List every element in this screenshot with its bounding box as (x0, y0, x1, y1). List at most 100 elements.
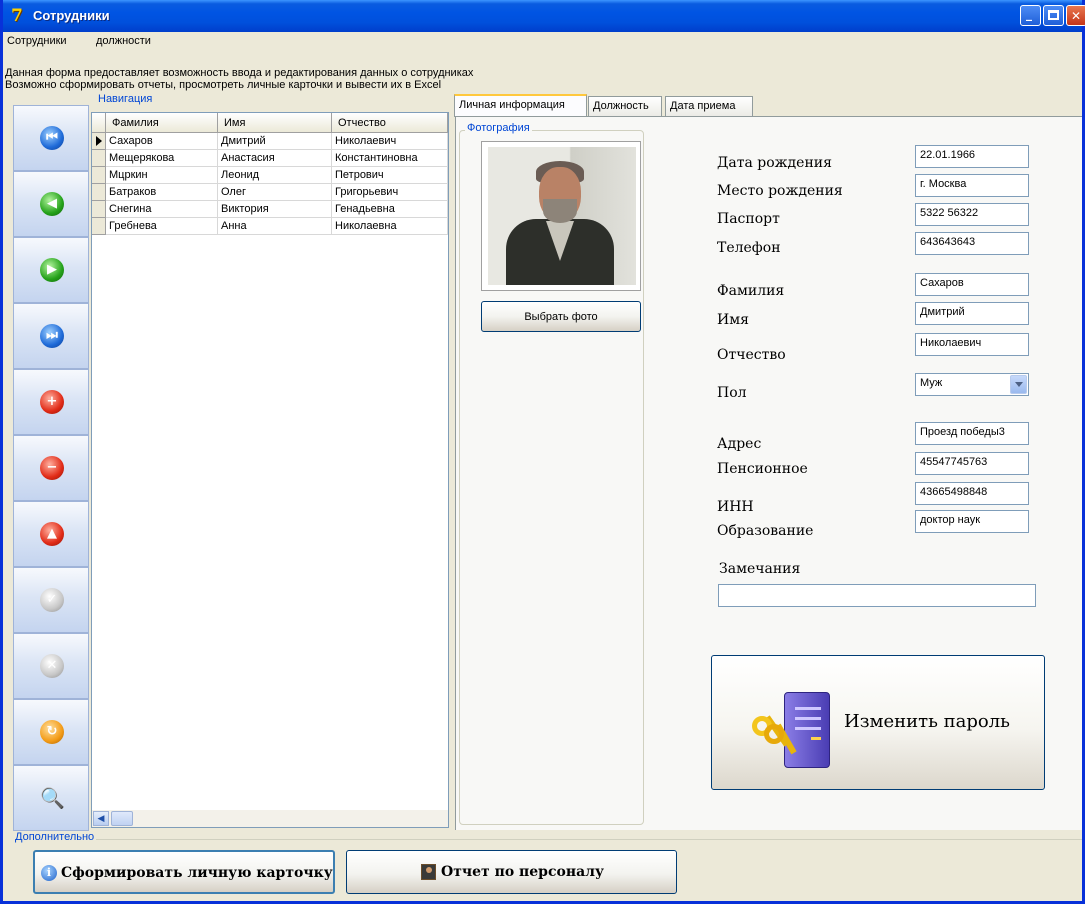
birth-date-field[interactable]: 22.01.1966 (915, 145, 1029, 168)
table-cell[interactable]: Николаевна (332, 218, 448, 235)
edit-record-button[interactable]: ▲ (13, 501, 89, 567)
table-cell[interactable]: Снегина (106, 201, 218, 218)
close-button[interactable]: ✕ (1066, 5, 1085, 26)
delete-record-button[interactable]: − (13, 435, 89, 501)
table-cell[interactable]: Григорьевич (332, 184, 448, 201)
table-cell[interactable]: Сахаров (106, 133, 218, 150)
tab-hire-date[interactable]: Дата приема (665, 96, 753, 116)
table-cell[interactable]: Николаевич (332, 133, 448, 150)
table-cell[interactable]: Петрович (332, 167, 448, 184)
row-header[interactable] (92, 218, 106, 235)
table-cell[interactable]: Дмитрий (218, 133, 332, 150)
column-header-first-name[interactable]: Имя (218, 113, 332, 133)
generate-card-button[interactable]: i Сформировать личную карточку (33, 850, 335, 894)
info-text-line1: Данная форма предоставляет возможность в… (5, 67, 474, 79)
refresh-icon-glyph: ↻ (46, 724, 58, 739)
table-cell[interactable]: Батраков (106, 184, 218, 201)
employees-grid[interactable]: Фамилия Имя Отчество Сахаров Дмитрий Никол… (91, 112, 449, 828)
last-name-label: Фамилия (717, 283, 785, 299)
table-cell[interactable]: Олег (218, 184, 332, 201)
navigation-group-label: Навигация (96, 93, 155, 105)
save-record-button[interactable]: ✓ (13, 567, 89, 633)
search-button[interactable]: 🔍 (13, 765, 89, 831)
table-row[interactable]: Мцркин Леонид Петрович (92, 167, 448, 184)
row-header[interactable] (92, 184, 106, 201)
edit-record-icon: ▲ (40, 522, 64, 546)
row-header[interactable] (92, 167, 106, 184)
patronymic-label: Отчество (717, 347, 786, 363)
education-field[interactable]: доктор наук (915, 510, 1029, 533)
first-name-field[interactable]: Дмитрий (915, 302, 1029, 325)
birth-place-field[interactable]: г. Москва (915, 174, 1029, 197)
maximize-button[interactable] (1043, 5, 1064, 26)
table-cell[interactable]: Леонид (218, 167, 332, 184)
remarks-label: Замечания (719, 561, 801, 577)
table-row[interactable]: Гребнева Анна Николаевна (92, 218, 448, 235)
table-row[interactable]: Сахаров Дмитрий Николаевич (92, 133, 448, 150)
chevron-down-icon[interactable] (1010, 375, 1027, 394)
refresh-icon: ↻ (40, 720, 64, 744)
scroll-left-icon[interactable]: ◀ (93, 811, 109, 826)
add-record-button[interactable]: + (13, 369, 89, 435)
table-row[interactable]: Батраков Олег Григорьевич (92, 184, 448, 201)
first-record-button[interactable]: ⏮ (13, 105, 89, 171)
table-cell[interactable]: Константиновна (332, 150, 448, 167)
patronymic-field[interactable]: Николаевич (915, 333, 1029, 356)
address-field[interactable]: Проезд победы3 (915, 422, 1029, 445)
title-bar[interactable]: 7 Сотрудники _ ✕ (3, 0, 1085, 32)
menu-employees[interactable]: Сотрудники (7, 35, 67, 47)
minimize-button[interactable]: _ (1020, 5, 1041, 26)
table-cell[interactable]: Гребнева (106, 218, 218, 235)
horizontal-scrollbar[interactable]: ◀ (92, 810, 448, 827)
table-row[interactable]: Мещерякова Анастасия Константиновна (92, 150, 448, 167)
next-record-icon: ▶ (40, 258, 64, 282)
last-name-field[interactable]: Сахаров (915, 273, 1029, 296)
save-record-icon-glyph: ✓ (46, 592, 58, 607)
table-cell[interactable]: Генадьевна (332, 201, 448, 218)
scroll-thumb[interactable] (111, 811, 133, 826)
table-cell[interactable]: Мещерякова (106, 150, 218, 167)
previous-record-button[interactable]: ◀ (13, 171, 89, 237)
remarks-field[interactable] (718, 584, 1036, 607)
delete-record-icon: − (40, 456, 64, 480)
cancel-record-icon: ✕ (40, 654, 64, 678)
table-row[interactable]: Снегина Виктория Генадьевна (92, 201, 448, 218)
menu-bar: Сотрудники должности (3, 32, 1082, 51)
search-icon-glyph: 🔍 (40, 786, 65, 810)
birth-date-label: Дата рождения (717, 155, 832, 171)
education-label: Образование (717, 523, 814, 539)
column-header-last-name[interactable]: Фамилия (106, 113, 218, 133)
search-icon: 🔍 (40, 786, 65, 810)
personnel-report-button[interactable]: Отчет по персоналу (346, 850, 677, 894)
table-cell[interactable]: Мцркин (106, 167, 218, 184)
add-record-icon: + (40, 390, 64, 414)
window-title: Сотрудники (33, 8, 110, 23)
passport-field[interactable]: 5322 56322 (915, 203, 1029, 226)
pension-field[interactable]: 45547745763 (915, 452, 1029, 475)
inn-field[interactable]: 43665498848 (915, 482, 1029, 505)
change-password-button[interactable]: Изменить пароль (711, 655, 1045, 790)
menu-positions[interactable]: должности (96, 35, 151, 47)
cancel-record-button[interactable]: ✕ (13, 633, 89, 699)
table-cell[interactable]: Анастасия (218, 150, 332, 167)
row-header[interactable] (92, 150, 106, 167)
previous-record-icon: ◀ (40, 192, 64, 216)
tab-position[interactable]: Должность (588, 96, 662, 116)
row-header[interactable] (92, 201, 106, 218)
choose-photo-button[interactable]: Выбрать фото (481, 301, 641, 332)
tab-personal-info[interactable]: Личная информация (454, 94, 587, 117)
gender-select[interactable]: Муж (915, 373, 1029, 396)
last-record-button[interactable]: ⏭ (13, 303, 89, 369)
info-icon: i (41, 865, 57, 881)
row-header[interactable] (92, 133, 106, 150)
current-row-icon (96, 136, 102, 146)
next-record-button[interactable]: ▶ (13, 237, 89, 303)
passport-label: Паспорт (717, 211, 780, 227)
column-header-patronymic[interactable]: Отчество (332, 113, 448, 133)
birth-place-label: Место рождения (717, 183, 843, 199)
table-cell[interactable]: Анна (218, 218, 332, 235)
info-text-line2: Возможно сформировать отчеты, просмотрет… (5, 79, 442, 91)
table-cell[interactable]: Виктория (218, 201, 332, 218)
refresh-button[interactable]: ↻ (13, 699, 89, 765)
phone-field[interactable]: 643643643 (915, 232, 1029, 255)
